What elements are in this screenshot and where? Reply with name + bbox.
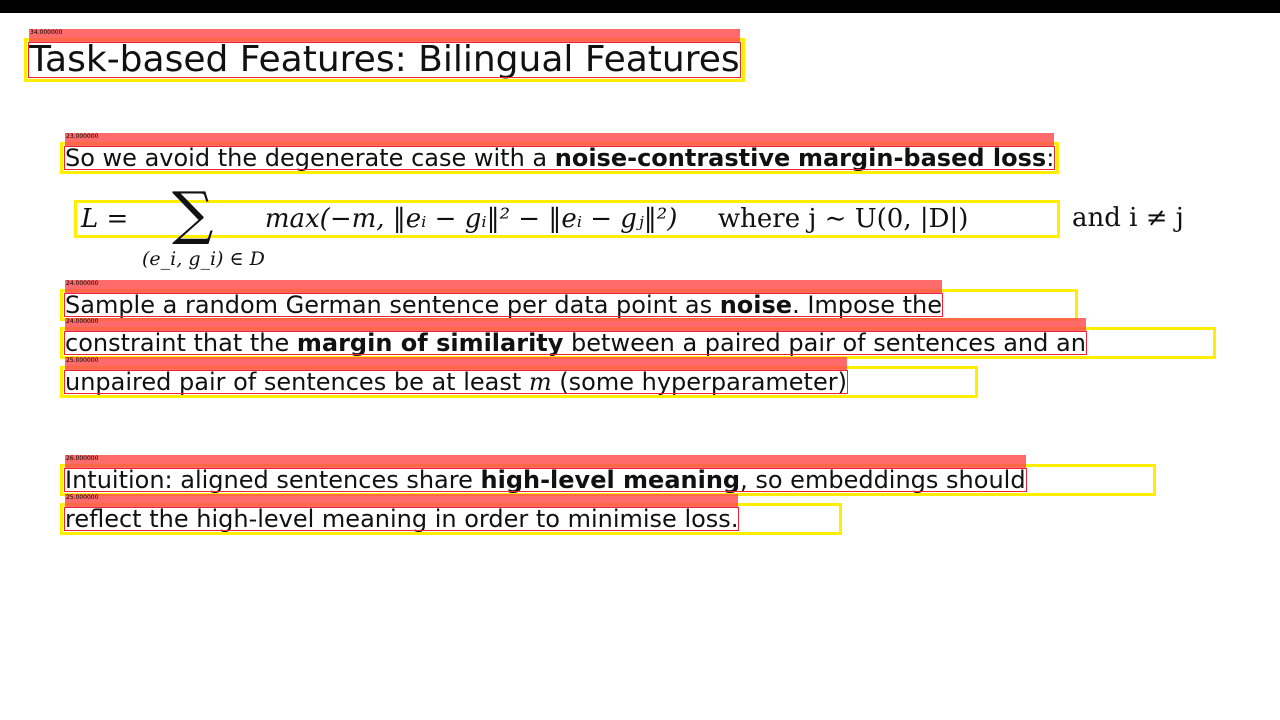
bullet-2-line-1-text: Sample a random German sentence per data…: [63, 280, 944, 318]
title-text: Task-based Features: Bilingual Features: [28, 29, 741, 79]
bullet-1-text: So we avoid the degenerate case with a n…: [63, 133, 1056, 171]
bullet-2-line-2-text: constraint that the margin of similarity…: [64, 318, 1087, 356]
bullet-2-line-2: constraint that the margin of similarity…: [60, 318, 1216, 359]
bullet-3-line-1: Intuition: aligned sentences share high-…: [60, 455, 1156, 496]
bullet-2-line-3: unpaired pair of sentences be at least m…: [60, 357, 978, 398]
sum-symbol: ∑: [172, 179, 214, 247]
bullet-3-line-2: reflect the high-level meaning in order …: [60, 494, 842, 535]
loss-equation: L = max(−m, ‖eᵢ − gᵢ‖² − ‖eᵢ − gⱼ‖²) whe…: [74, 200, 1060, 238]
bullet-1: So we avoid the degenerate case with a n…: [60, 133, 1060, 174]
bullet-2-line-1: Sample a random German sentence per data…: [60, 280, 1078, 321]
bullet-3-line-1-text: Intuition: aligned sentences share high-…: [64, 455, 1027, 493]
equation-condition: and i ≠ j: [1072, 203, 1184, 233]
top-bar: [0, 0, 1280, 13]
bullet-2-line-3-text: unpaired pair of sentences be at least m…: [64, 357, 848, 395]
slide-title: Task-based Features: Bilingual Features: [24, 29, 745, 82]
bullet-3-line-2-text: reflect the high-level meaning in order …: [63, 494, 740, 532]
sum-subscript: (e_i, g_i) ∈ D: [142, 248, 265, 270]
